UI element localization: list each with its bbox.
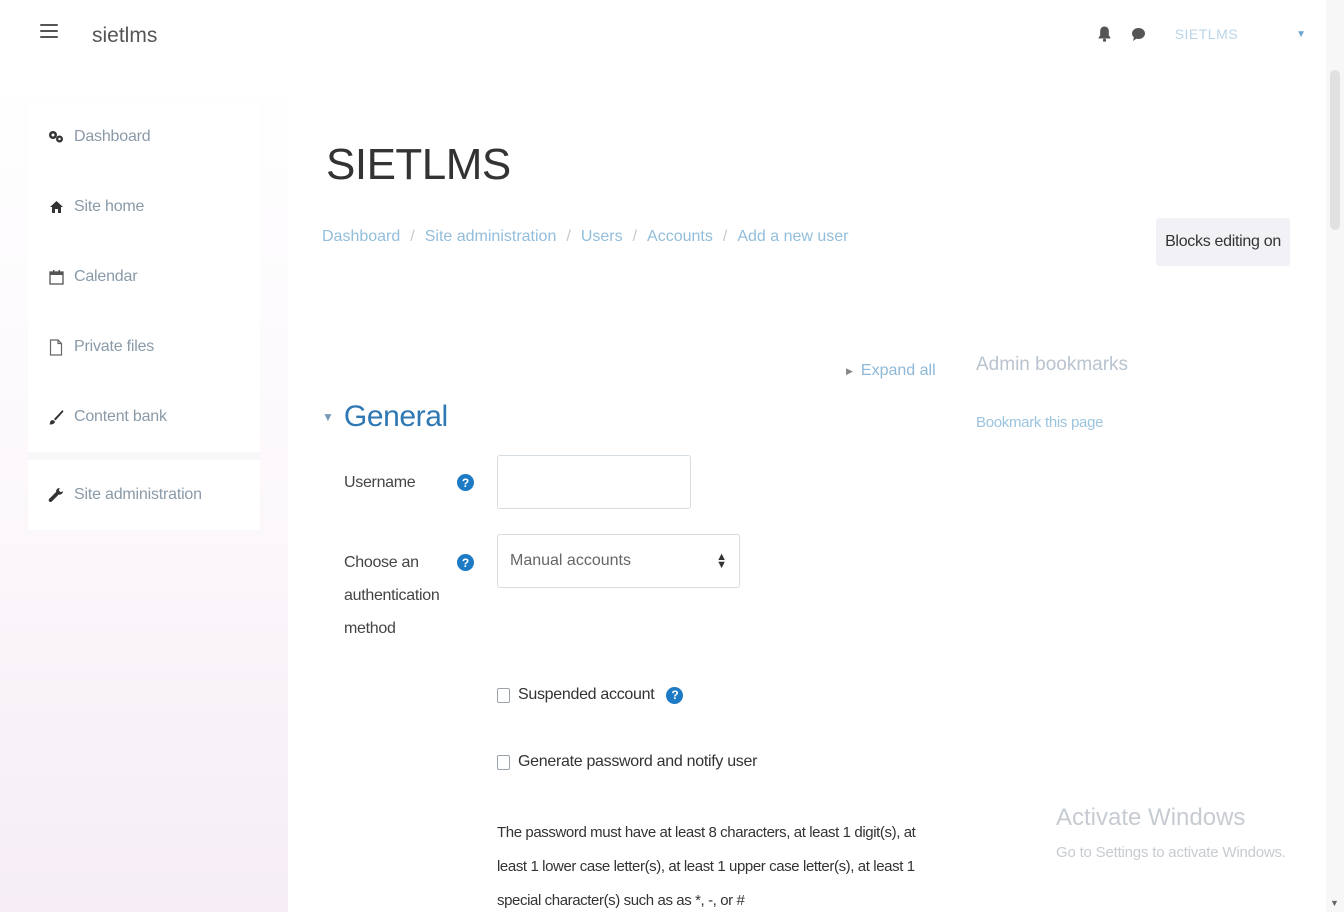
bell-icon[interactable] [1097,25,1113,43]
help-icon[interactable]: ? [457,554,474,571]
blocks-editing-button[interactable]: Blocks editing on [1156,218,1290,266]
username-input[interactable] [497,455,691,509]
caret-down-icon: ▼ [322,410,334,424]
breadcrumb-separator: / [566,228,571,245]
drawer-panel: Dashboard Site home Calendar Private fil… [28,102,260,530]
sidebar-item-label: Content bank [74,408,167,425]
generate-password-row: Generate password and notify user [497,753,757,771]
auth-method-value: Manual accounts [510,552,631,569]
caret-down-icon[interactable]: ▼ [1296,29,1306,40]
password-rule-text: The password must have at least 8 charac… [497,816,937,912]
admin-bookmarks-title: Admin bookmarks [976,354,1129,375]
breadcrumb-separator: / [632,228,638,245]
section-general-header[interactable]: ▼ General [322,400,448,434]
breadcrumb-site-administration[interactable]: Site administration [425,228,557,246]
nav-drawer: Dashboard Site home Calendar Private fil… [0,72,288,912]
breadcrumb-add-new-user[interactable]: Add a new user [737,228,848,246]
file-icon [46,337,66,357]
suspended-account-checkbox[interactable] [497,687,510,703]
breadcrumb-dashboard[interactable]: Dashboard [322,228,400,246]
breadcrumb-users[interactable]: Users [581,228,623,246]
user-menu-area: SIETLMS ▼ [1097,22,1306,46]
sidebar-item-dashboard[interactable]: Dashboard [28,102,260,172]
sidebar-item-label: Dashboard [74,128,151,145]
breadcrumb: Dashboard / Site administration / Users … [322,228,849,246]
auth-label-line: method [344,620,396,637]
sidebar-item-calendar[interactable]: Calendar [28,242,260,312]
select-arrows-icon: ▲ ▼ [716,551,727,571]
breadcrumb-separator: / [722,228,728,245]
scrollbar-thumb[interactable] [1330,70,1340,230]
sidebar-item-label: Site home [74,198,145,215]
sidebar-item-private-files[interactable]: Private files [28,312,260,382]
breadcrumb-separator: / [410,228,415,245]
breadcrumb-accounts[interactable]: Accounts [647,228,713,246]
help-icon[interactable]: ? [666,686,684,704]
scroll-down-icon[interactable]: ▼ [1330,898,1339,908]
site-brand[interactable]: sietlms [92,24,157,48]
sidebar-item-site-administration[interactable]: Site administration [28,460,260,530]
page-scrollbar[interactable]: ▼ [1326,0,1344,912]
sidebar-item-label: Private files [74,338,155,355]
wrench-icon [46,485,66,505]
password-rule-line: The password must have at least 8 charac… [497,824,916,841]
sidebar-item-content-bank[interactable]: Content bank [28,382,260,452]
chat-icon[interactable] [1131,25,1147,43]
hamburger-icon[interactable] [40,24,58,40]
expand-all-label: Expand all [860,362,936,379]
activate-windows-title: Activate Windows [1056,804,1246,831]
caret-right-icon: ▶ [846,365,853,376]
password-rule-line: least 1 lower case letter(s), at least 1… [497,858,915,875]
bookmark-page-link[interactable]: Bookmark this page [976,414,1103,431]
generate-password-label[interactable]: Generate password and notify user [518,753,757,771]
user-name[interactable]: SIETLMS [1175,26,1238,42]
home-icon [46,197,66,217]
expand-all-link[interactable]: ▶ Expand all [846,362,936,380]
auth-method-select[interactable]: Manual accounts ▲ ▼ [497,534,740,588]
help-icon[interactable]: ? [457,474,474,491]
auth-label-line: Choose an [344,554,419,571]
auth-method-label: Choose an authentication method [344,546,440,645]
sidebar-item-site-home[interactable]: Site home [28,172,260,242]
suspended-account-label[interactable]: Suspended account [518,686,655,704]
activate-windows-subtitle: Go to Settings to activate Windows. [1056,844,1286,861]
calendar-icon [46,267,66,287]
password-rule-line: special character(s) such as as *, -, or… [497,892,745,909]
page-title: SIETLMS [326,140,511,189]
sidebar-item-label: Site administration [74,486,202,503]
suspended-account-row: Suspended account ? [497,686,684,704]
sidebar-item-label: Calendar [74,268,138,285]
dashboard-icon [46,127,66,147]
drawer-divider [28,452,260,460]
top-navbar: sietlms SIETLMS ▼ [0,0,1344,72]
section-title: General [343,400,448,433]
paintbrush-icon [46,407,66,427]
generate-password-checkbox[interactable] [497,754,510,770]
auth-label-line: authentication [344,587,440,604]
username-label: Username [344,474,416,491]
